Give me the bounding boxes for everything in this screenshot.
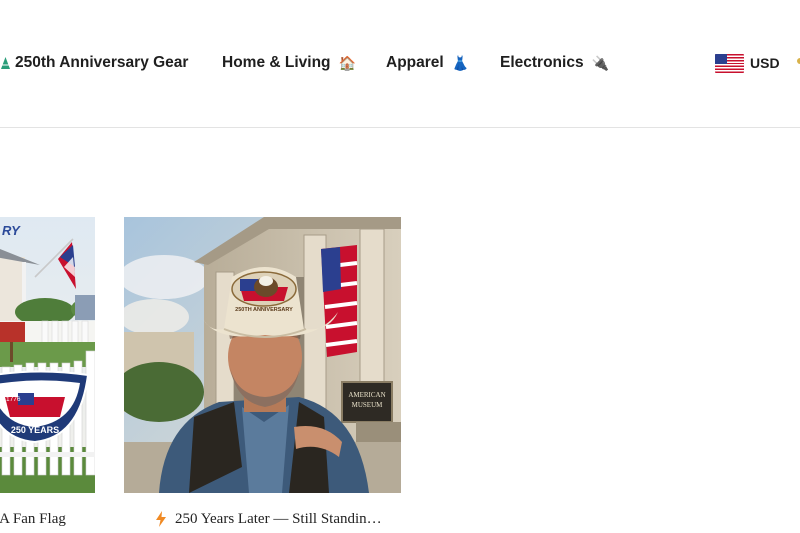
svg-text:2026: 2026: [58, 384, 73, 391]
nav-label: Electronics: [500, 54, 584, 71]
svg-text:250TH ANNIVERSARY: 250TH ANNIVERSARY: [235, 307, 293, 313]
product-title[interactable]: USA Fan Flag: [0, 511, 110, 528]
svg-text:USA: USA: [23, 379, 47, 393]
nav-label: 250th Anniversary Gear: [15, 54, 189, 71]
svg-text:MUSEUM: MUSEUM: [352, 401, 384, 409]
dress-icon: 👗: [451, 55, 470, 71]
nav-item-250th-anniversary-gear[interactable]: 250th Anniversary Gear: [1, 53, 189, 73]
us-flag-icon: [715, 53, 744, 73]
svg-text:RY: RY: [2, 223, 21, 238]
nav-item-electronics[interactable]: Electronics 🔌: [500, 53, 609, 73]
svg-text:AMERICAN: AMERICAN: [348, 391, 385, 399]
currency-code: USD: [750, 55, 780, 71]
house-icon: 🏠: [338, 55, 356, 71]
product-title[interactable]: 250 Years Later — Still Standin…: [175, 511, 382, 528]
nav-label: Home & Living: [222, 54, 331, 71]
nav-label: Apparel: [386, 54, 444, 71]
cowboy-with-anniversary-hat-image[interactable]: AMERICAN MUSEUM 250TH ANNIVERSARY: [124, 217, 401, 493]
currency-selector[interactable]: USD: [715, 52, 780, 74]
lightning-bolt-icon: [156, 511, 166, 527]
plug-icon: 🔌: [591, 55, 609, 71]
party-hat-icon: [1, 57, 10, 69]
svg-text:1776: 1776: [6, 396, 21, 403]
svg-text:250 YEARS: 250 YEARS: [11, 425, 59, 435]
nav-item-apparel[interactable]: Apparel 👗: [386, 53, 469, 73]
fan-flag-on-fence-image[interactable]: USA 250 YEARS 1776 2026 RY: [0, 217, 95, 493]
top-navigation: 250th Anniversary Gear Home & Living 🏠 A…: [0, 0, 800, 128]
nav-item-home-living[interactable]: Home & Living 🏠: [222, 53, 356, 73]
